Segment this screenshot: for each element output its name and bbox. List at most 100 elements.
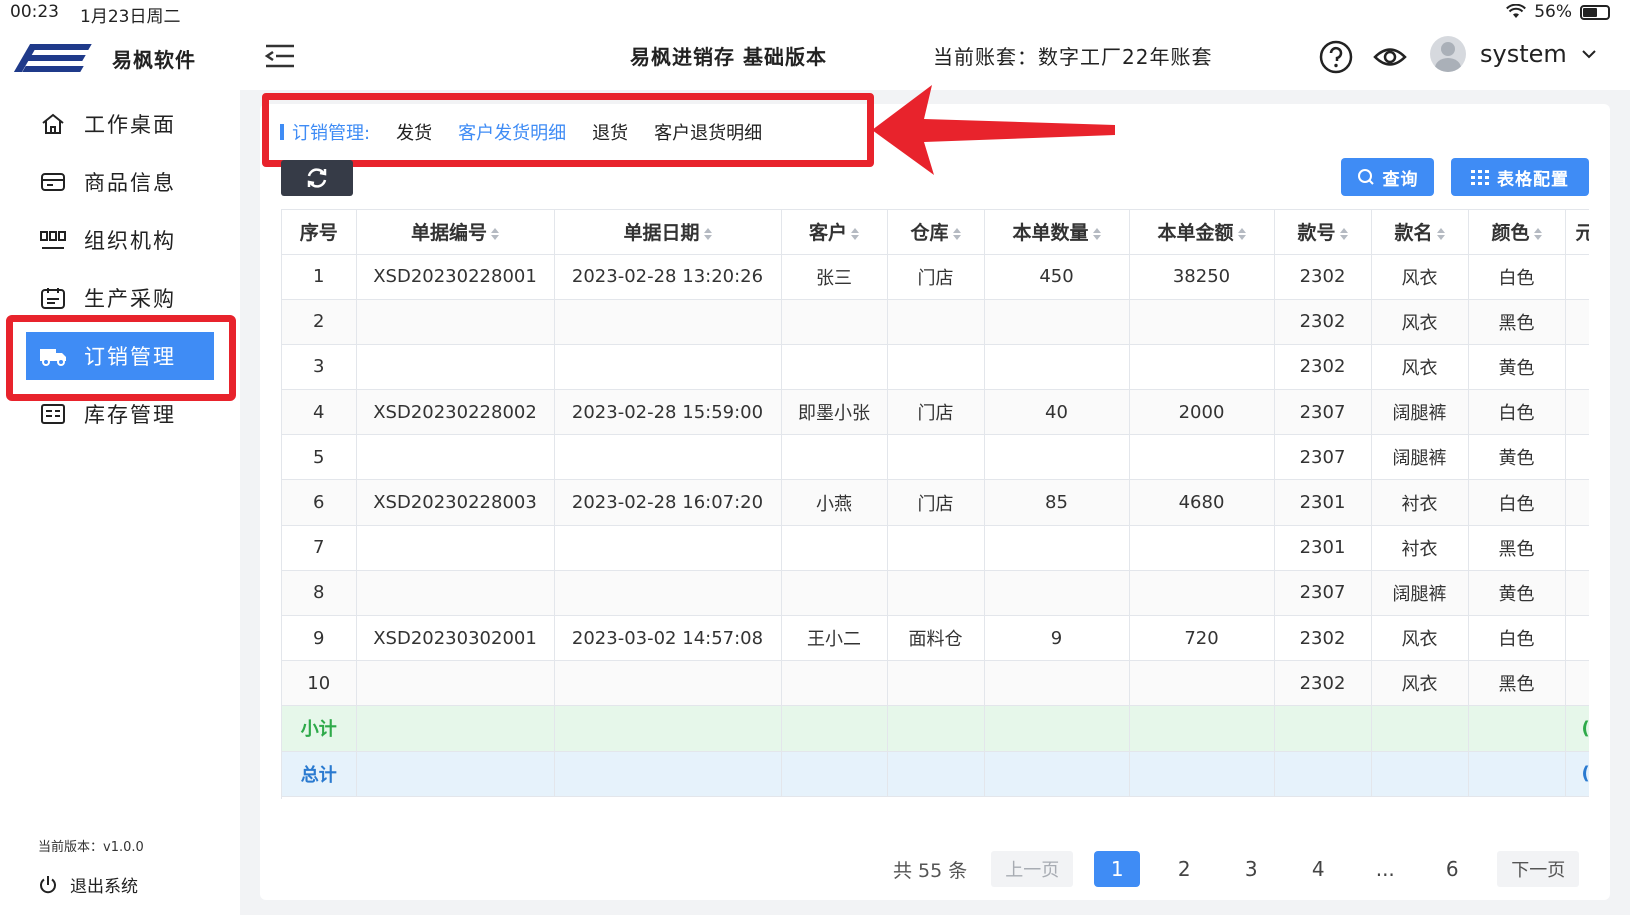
table-config-button[interactable]: 表格配置 bbox=[1451, 158, 1589, 196]
table-cell: 总计 bbox=[282, 751, 357, 797]
table-row[interactable]: 8 2307 阔腿裤 黄色 bbox=[282, 570, 1589, 617]
table-cell bbox=[356, 344, 555, 391]
table-cell bbox=[1565, 570, 1589, 617]
table-cell: 5 bbox=[282, 434, 357, 481]
table-cell: XSD20230228003 bbox=[356, 479, 555, 526]
page-ellipsis[interactable]: ... bbox=[1362, 851, 1408, 887]
column-header[interactable]: 款名 bbox=[1371, 210, 1469, 255]
sort-icon[interactable] bbox=[1436, 227, 1445, 241]
table-cell: 6 bbox=[282, 479, 357, 526]
table-row[interactable]: 10 2302 风衣 黑色 bbox=[282, 660, 1589, 707]
sidebar-item-label: 商品信息 bbox=[84, 171, 176, 195]
table-cell bbox=[1468, 751, 1566, 797]
table-cell bbox=[887, 299, 985, 345]
table-cell: 38250 bbox=[1129, 254, 1275, 300]
table-cell: 4680 bbox=[1129, 479, 1275, 526]
table-cell: 2307 bbox=[1274, 389, 1372, 436]
table-cell: 王小二 bbox=[781, 615, 888, 662]
table-cell bbox=[356, 751, 555, 797]
table-cell bbox=[984, 434, 1130, 481]
table-cell bbox=[1565, 344, 1589, 391]
sidebar-item-organization[interactable]: 组织机构 bbox=[0, 216, 240, 264]
sidebar-item-products[interactable]: 商品信息 bbox=[0, 158, 240, 206]
table-row[interactable]: 3 2302 风衣 黄色 bbox=[282, 344, 1589, 391]
sort-icon[interactable] bbox=[1092, 227, 1101, 241]
table-cell bbox=[1129, 344, 1275, 391]
sidebar-item-workspace[interactable]: 工作桌面 bbox=[0, 100, 240, 148]
logo: 易枫软件 bbox=[13, 42, 196, 74]
table-row[interactable]: 9 XSD20230302001 2023-03-02 14:57:08 王小二 面料仓… bbox=[282, 615, 1589, 662]
prev-page-button[interactable]: 上一页 bbox=[991, 851, 1074, 887]
table-cell: 2302 bbox=[1274, 615, 1372, 662]
table-cell: 阔腿裤 bbox=[1371, 570, 1469, 617]
column-header[interactable]: 颜色 bbox=[1468, 210, 1566, 255]
table-cell: 风衣 bbox=[1371, 344, 1469, 391]
table-row[interactable]: 2 2302 风衣 黑色 bbox=[282, 299, 1589, 345]
table-cell: 风衣 bbox=[1371, 660, 1469, 707]
help-icon[interactable] bbox=[1319, 40, 1353, 74]
table-row[interactable]: 1 XSD20230228001 2023-02-28 13:20:26 张三 门店 45… bbox=[282, 254, 1589, 300]
table-cell bbox=[554, 344, 782, 391]
table-cell bbox=[984, 570, 1130, 617]
sidebar: 易枫软件 工作桌面 商品信息 组织机构 生产采购 订销管理 库存管理 当前版本：… bbox=[0, 24, 240, 915]
table-cell bbox=[1129, 299, 1275, 345]
table-cell bbox=[1129, 570, 1275, 617]
page-number[interactable]: 3 bbox=[1228, 851, 1274, 887]
column-header[interactable]: 款号 bbox=[1274, 210, 1372, 255]
table-row[interactable]: 7 2301 衬衣 黑色 bbox=[282, 525, 1589, 571]
column-header[interactable]: 仓库 bbox=[887, 210, 985, 255]
table-cell: 衬衣 bbox=[1371, 479, 1469, 526]
sort-icon[interactable] bbox=[1533, 227, 1542, 241]
sort-icon[interactable] bbox=[703, 227, 712, 241]
next-page-button[interactable]: 下一页 bbox=[1497, 851, 1580, 887]
table-cell bbox=[984, 344, 1130, 391]
avatar bbox=[1430, 36, 1466, 72]
logout-button[interactable]: 退出系统 bbox=[38, 872, 138, 897]
table-cell: 黄色 bbox=[1468, 570, 1566, 617]
battery-percent: 56% bbox=[1534, 2, 1572, 22]
table-cell bbox=[1274, 705, 1372, 752]
eye-icon[interactable] bbox=[1373, 40, 1407, 74]
purchase-icon bbox=[38, 286, 68, 310]
query-label: 查询 bbox=[1382, 169, 1419, 190]
table-cell bbox=[887, 434, 985, 481]
refresh-button[interactable] bbox=[281, 160, 353, 196]
table-cell: 白色 bbox=[1468, 615, 1566, 662]
table-cell: XSD20230228001 bbox=[356, 254, 555, 300]
sort-icon[interactable] bbox=[1339, 227, 1348, 241]
sort-icon[interactable] bbox=[1237, 227, 1246, 241]
table-cell: XSD20230228002 bbox=[356, 389, 555, 436]
page-number[interactable]: 1 bbox=[1094, 851, 1141, 887]
table-row[interactable]: 6 XSD20230228003 2023-02-28 16:07:20 小燕 门店 85… bbox=[282, 479, 1589, 526]
column-header[interactable]: 本单数量 bbox=[984, 210, 1130, 255]
table-cell bbox=[1468, 705, 1566, 752]
page-number[interactable]: 6 bbox=[1429, 851, 1475, 887]
table-cell: 8 bbox=[282, 570, 357, 617]
table-row[interactable]: 5 2307 阔腿裤 黄色 bbox=[282, 434, 1589, 481]
table-cell: 4 bbox=[282, 389, 357, 436]
grid-icon bbox=[1471, 170, 1489, 185]
column-header[interactable]: 单据编号 bbox=[356, 210, 555, 255]
column-header[interactable]: 单据日期 bbox=[554, 210, 782, 255]
sort-icon[interactable] bbox=[491, 227, 499, 241]
table-row[interactable]: 4 XSD20230228002 2023-02-28 15:59:00 即墨小张 门店… bbox=[282, 389, 1589, 436]
query-button[interactable]: 查询 bbox=[1341, 158, 1434, 196]
sort-icon[interactable] bbox=[952, 227, 961, 241]
sort-icon[interactable] bbox=[851, 227, 859, 241]
table-cell: 2301 bbox=[1274, 479, 1372, 526]
menu-fold-icon[interactable] bbox=[264, 43, 296, 69]
column-header[interactable]: 客户 bbox=[781, 210, 888, 255]
page-number[interactable]: 4 bbox=[1295, 851, 1341, 887]
table-cell: 2023-03-02 14:57:08 bbox=[554, 615, 782, 662]
table-cell bbox=[887, 705, 985, 752]
table-cell bbox=[781, 751, 888, 797]
user-menu[interactable]: system bbox=[1430, 36, 1597, 72]
table-cell bbox=[781, 525, 888, 571]
table-cell: 2023-02-28 15:59:00 bbox=[554, 389, 782, 436]
column-header[interactable]: 本单金额 bbox=[1129, 210, 1275, 255]
table-cell: 阔腿裤 bbox=[1371, 434, 1469, 481]
table-cell: 白色 bbox=[1468, 389, 1566, 436]
table-cell: 1 bbox=[282, 254, 357, 300]
page-number[interactable]: 2 bbox=[1161, 851, 1207, 887]
column-header: 元 bbox=[1565, 210, 1589, 255]
